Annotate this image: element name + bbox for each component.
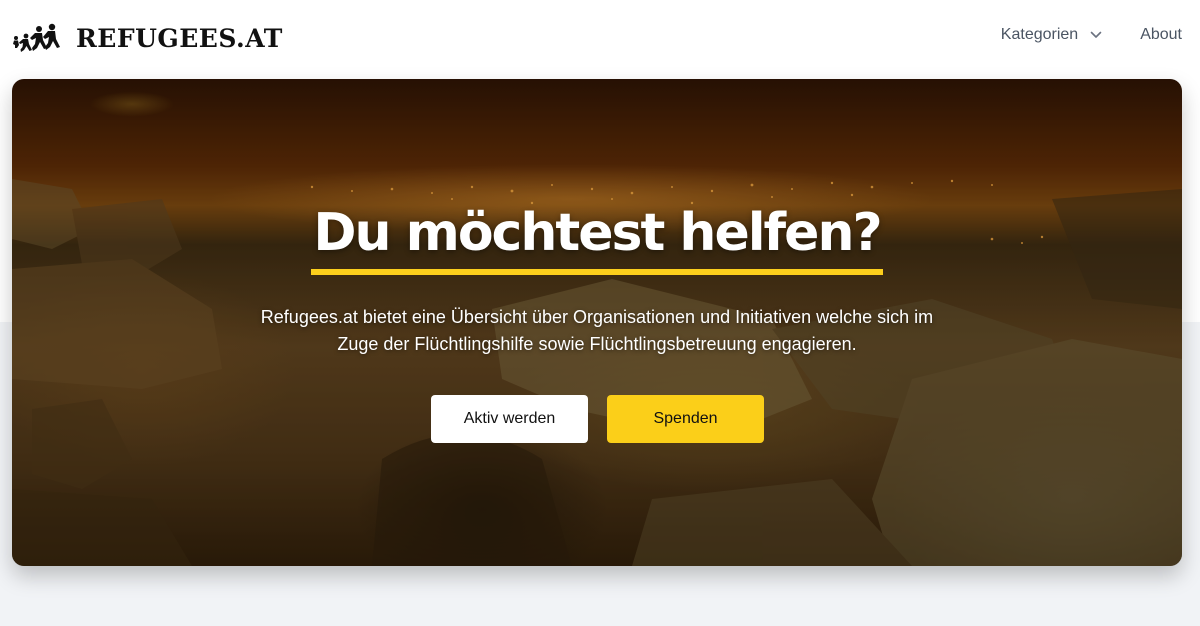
site-logo[interactable]: REFUGEES.AT: [12, 22, 283, 54]
nav-item-label: About: [1140, 26, 1182, 43]
hero-description-line-2: Zuge der Flüchtlingshilfe sowie Flüchtli…: [337, 334, 857, 354]
hero-actions: Aktiv werden Spenden: [431, 395, 764, 443]
chevron-down-icon: [1090, 31, 1102, 38]
aktiv-werden-button[interactable]: Aktiv werden: [431, 395, 588, 443]
logo-text: REFUGEES.AT: [76, 23, 283, 53]
spenden-button[interactable]: Spenden: [607, 395, 764, 443]
hero-title-wrapper: Du möchtest helfen?: [12, 197, 1182, 275]
hero-title: Du möchtest helfen?: [311, 197, 883, 275]
nav-item-label: Kategorien: [1000, 26, 1079, 43]
running-family-icon: [13, 23, 60, 52]
nav-item-kategorien[interactable]: Kategorien: [1001, 26, 1102, 44]
nav-item-about[interactable]: About: [1140, 26, 1182, 44]
hero-description-line-1: Refugees.at bietet eine Übersicht über O…: [260, 307, 934, 327]
hero-description: Refugees.at bietet eine Übersicht über O…: [237, 304, 957, 358]
site-header: REFUGEES.AT Kategorien About: [0, 0, 1200, 78]
hero-banner: Du möchtest helfen? Refugees.at bietet e…: [12, 79, 1182, 566]
main-nav: Kategorien About: [1001, 26, 1182, 44]
